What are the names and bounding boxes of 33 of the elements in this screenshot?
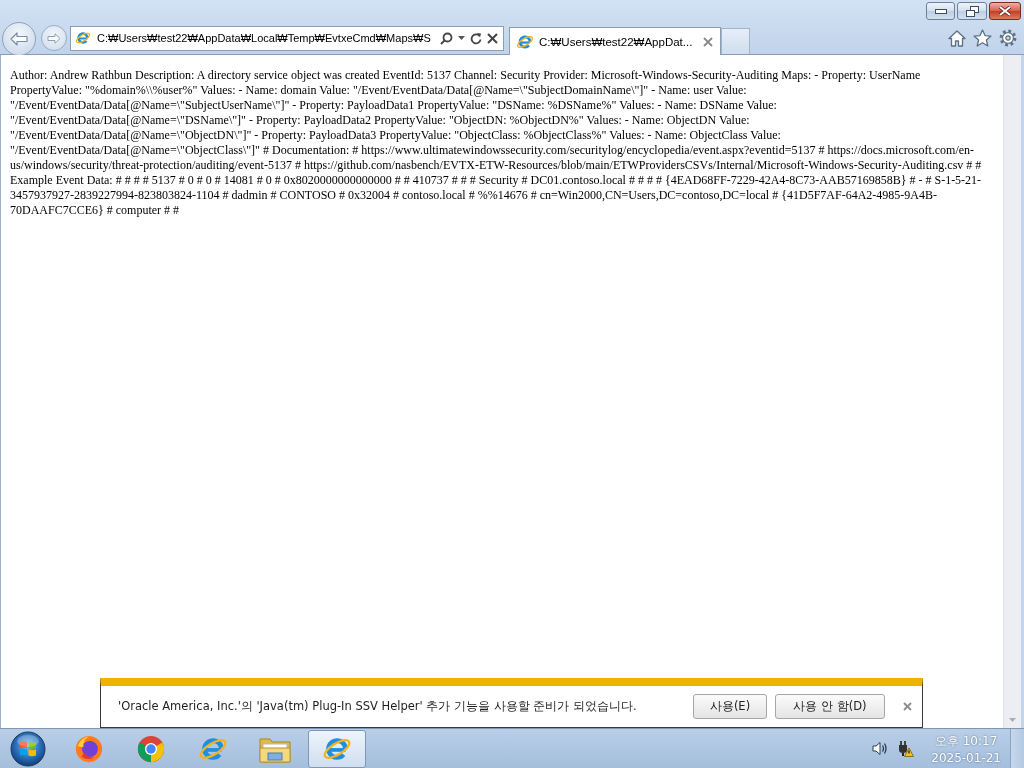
refresh-icon[interactable]: [470, 31, 482, 45]
clock-time: 오후 10:17: [934, 732, 998, 750]
browser-icon: [74, 733, 104, 764]
home-icon[interactable]: [948, 29, 966, 47]
address-bar[interactable]: C:₩Users₩test22₩AppData₩Local₩Temp₩EvtxeCmd₩Maps₩S: [70, 25, 504, 51]
minimize-icon: [934, 8, 947, 14]
restore-icon: [965, 5, 979, 17]
restore-button[interactable]: [957, 2, 987, 20]
close-icon: [903, 702, 912, 711]
close-icon[interactable]: [487, 32, 498, 44]
speaker-icon[interactable]: [872, 741, 889, 756]
close-icon: [999, 6, 1011, 16]
notification-button[interactable]: 사용 안 함(D): [775, 694, 885, 719]
notification-button[interactable]: 사용(E): [693, 694, 767, 719]
star-icon[interactable]: [973, 29, 992, 47]
e-logo-icon: [75, 30, 91, 46]
search-icon[interactable]: [440, 31, 453, 45]
arrow-left-icon: [10, 32, 28, 46]
minimize-button[interactable]: [926, 2, 955, 20]
document-text: Author: Andrew Rathbun Description: A directory service object was created EventId: 5137 Channel: Security Provider: Microsoft-Windows-Security-Auditing Maps: - Property: UserName PropertyValue: "%domain%\\%user%" Values: - Name: domain Value: "/Event/EventData/Data[@Name=\"SubjectDomainName\"]" - Name: user Value: "/Event/EventData/Data[@Name=\"SubjectUserName\"]" - Property: PayloadData1 PropertyValue: "DSName: %DSName%" Values: - Name: DSName Value: "/Event/EventData/Data[@Name=\"DSName\"]" - Property: PayloadData2 PropertyValue: "ObjectDN: %ObjectDN%" Values: - Name: ObjectDN Value: "/Event/EventData/Data[@Name=\"ObjectDN\"]" - Property: PayloadData3 PropertyValue: "ObjectClass: %ObjectClass%" Values: - Name: ObjectClass Value: "/Event/EventData/Data[@Name=\"ObjectClass\"]" # Documentation: # https://www.ultimatewindowssecurity.com/securitylog/encyclopedia/event.aspx?eventid=5137 # https://docs.microsoft.com/en-us/windows/security/threat-protection/auditing/event-5137 # https://github.com/nasbench/EVTX-ETW-Resources/blob/main/ETWProvidersCSVs/Internal/Microsoft-Windows-Security-Auditing.csv # # Example Event Data: # # # # 5137 # 0 # 0 # 14081 # 0 # 0x8020000000000000 # # 410737 # # # Security # DC01.contoso.local # # # # {4EAD68FF-7229-42A4-8C73-AAB57169858B} # - # S-1-5-21-3457937927-2839227994-823803824-1104 # dadmin # CONTOSO # 0x32004 # contoso.local # %%14676 # cn=Win2000,CN=Users,DC=contoso,DC=local # {41D5F7AF-64A2-4985-9A4B-70DAAFC7CCE6} # computer # #: [9, 67, 983, 218]
settings-icon[interactable]: [999, 29, 1017, 47]
start-orb-icon: [10, 730, 46, 767]
taskbar-button[interactable]: [308, 729, 366, 768]
caret-icon[interactable]: [458, 36, 465, 40]
notification-message: 'Oracle America, Inc.'의 'Java(tm) Plug-In SSV Helper' 추가 기능을 사용할 준비가 되었습니다.: [118, 699, 637, 714]
arrow-right-icon: [47, 32, 61, 44]
clock-date: 2025-01-21: [931, 750, 1001, 765]
browser-icon: [136, 733, 166, 764]
close-notification-button[interactable]: [901, 700, 914, 713]
back-button[interactable]: [2, 22, 36, 56]
browser-tab[interactable]: C:₩Users₩test22₩AppDat...: [509, 27, 722, 55]
plug-warning-icon[interactable]: [897, 740, 915, 757]
close-button[interactable]: [989, 2, 1021, 20]
